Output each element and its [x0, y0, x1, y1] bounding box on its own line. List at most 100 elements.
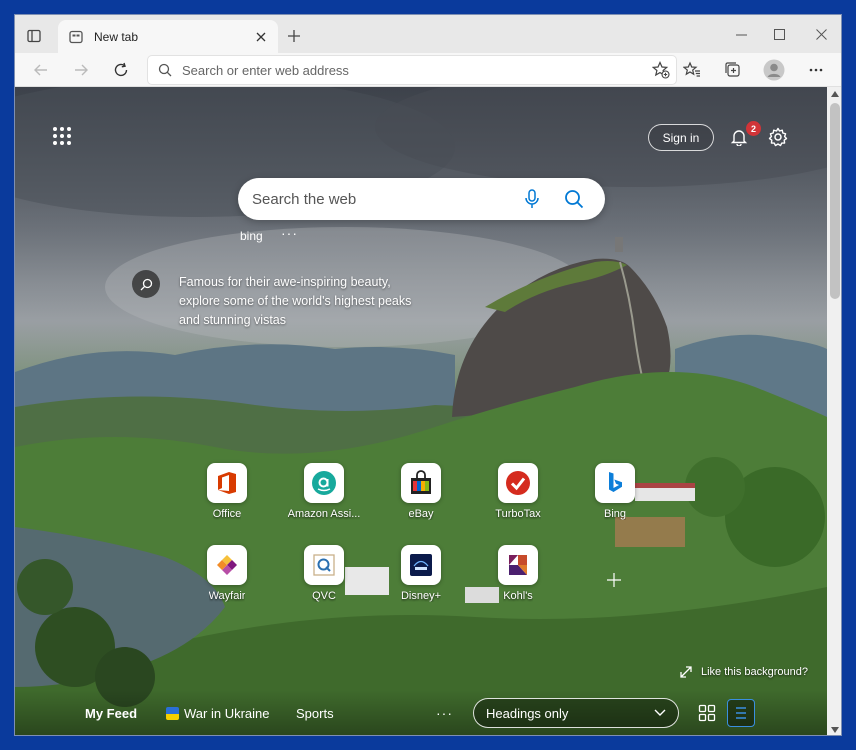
maximize-icon: [773, 28, 785, 40]
new-tab-page: Sign in 2 bing ··· Famous for their awe-…: [15, 87, 827, 735]
quick-link-kohls[interactable]: Kohl's: [477, 545, 559, 615]
quick-link-label: QVC: [312, 590, 336, 602]
minimize-icon: [735, 34, 747, 35]
web-search-input[interactable]: [252, 190, 521, 208]
tab-actions-icon: [27, 29, 41, 43]
plus-icon: [288, 30, 300, 42]
forward-button[interactable]: [67, 57, 95, 83]
maximize-button[interactable]: [759, 23, 799, 45]
arrow-left-icon: [34, 64, 47, 76]
web-search-box[interactable]: [238, 178, 605, 220]
feed-bar: My Feed War in Ukraine Sports ··· Headin…: [15, 690, 827, 735]
bell-icon: [730, 130, 748, 146]
quick-link-label: Bing: [603, 508, 627, 520]
quick-link-bing[interactable]: Bing: [574, 463, 656, 533]
apps-dot: [53, 134, 57, 138]
gear-icon: [768, 127, 788, 147]
qvc-icon: [304, 545, 344, 585]
close-icon: [815, 28, 827, 40]
tab-strip: New tab: [15, 15, 841, 53]
apps-dot: [53, 141, 57, 145]
new-tab-favicon-icon: [68, 29, 84, 45]
search-icon: [565, 190, 584, 209]
search-provider-label: bing: [240, 229, 263, 243]
fact-search-button[interactable]: [132, 270, 160, 298]
search-icon: [140, 278, 152, 290]
background-fact[interactable]: Famous for their awe-inspiring beauty, e…: [179, 273, 419, 330]
address-input[interactable]: [182, 62, 646, 78]
notification-badge: 2: [746, 121, 761, 136]
grid-layout-button[interactable]: [693, 699, 721, 727]
voice-search-button[interactable]: [521, 188, 543, 210]
quick-link-ebay[interactable]: eBay: [380, 463, 462, 533]
close-window-button[interactable]: [801, 23, 841, 45]
content-visibility-value: Headings only: [486, 705, 569, 721]
minimize-button[interactable]: [721, 23, 761, 45]
page-settings-button[interactable]: [766, 125, 790, 149]
address-bar[interactable]: [147, 55, 677, 85]
collections-button[interactable]: [719, 57, 747, 83]
page-scrollbar[interactable]: [827, 87, 841, 735]
quick-link-label: Amazon Assi...: [287, 508, 361, 520]
list-layout-button[interactable]: [727, 699, 755, 727]
back-button[interactable]: [27, 57, 55, 83]
apps-dot: [53, 127, 57, 131]
plus-icon: [607, 573, 621, 587]
quick-link-label: Kohl's: [503, 590, 533, 602]
quick-link-office[interactable]: Office: [186, 463, 268, 533]
disney-plus-icon: [401, 545, 441, 585]
quick-link-label: Office: [212, 508, 242, 520]
add-quick-link-button[interactable]: [601, 567, 627, 593]
like-background-label: Like this background?: [701, 666, 809, 678]
wayfair-icon: [207, 545, 247, 585]
refresh-icon: [114, 62, 128, 77]
quick-link-label: Disney+: [400, 590, 442, 602]
feed-tab-war-in-ukraine[interactable]: War in Ukraine: [166, 706, 269, 721]
apps-launcher-button[interactable]: [51, 125, 73, 147]
scroll-down-button[interactable]: [827, 723, 841, 735]
scroll-thumb[interactable]: [830, 103, 840, 299]
scroll-up-button[interactable]: [827, 87, 841, 101]
feed-tab-label: War in Ukraine: [184, 706, 270, 721]
ebay-icon: [401, 463, 441, 503]
apps-dot: [67, 127, 71, 131]
quick-link-turbotax[interactable]: TurboTax: [477, 463, 559, 533]
grid-icon: [698, 704, 716, 722]
apps-dot: [60, 134, 64, 138]
feed-tab-sports[interactable]: Sports: [296, 706, 334, 721]
list-icon: [736, 707, 746, 719]
feed-more-button[interactable]: ···: [436, 705, 453, 721]
add-favorite-button[interactable]: [646, 57, 676, 83]
more-horizontal-icon: [809, 68, 823, 72]
ukraine-flag-icon: [166, 707, 179, 720]
avatar-icon: [763, 59, 785, 81]
like-background-link[interactable]: Like this background?: [679, 665, 808, 679]
feed-tab-my-feed[interactable]: My Feed: [85, 706, 137, 721]
sign-in-button[interactable]: Sign in: [648, 124, 714, 151]
quick-link-amazon-assistant[interactable]: Amazon Assi...: [283, 463, 365, 533]
tab-close-button[interactable]: [252, 28, 270, 46]
turbotax-icon: [498, 463, 538, 503]
content-visibility-dropdown[interactable]: Headings only: [473, 698, 679, 728]
settings-more-button[interactable]: [802, 57, 830, 83]
new-tab-button[interactable]: [283, 25, 305, 47]
apps-dot: [67, 141, 71, 145]
quick-link-disney-plus[interactable]: Disney+: [380, 545, 462, 615]
tab-actions-button[interactable]: [23, 25, 45, 47]
favorites-button[interactable]: [678, 57, 706, 83]
quick-link-qvc[interactable]: QVC: [283, 545, 365, 615]
quick-link-label: eBay: [408, 508, 434, 520]
quick-link-wayfair[interactable]: Wayfair: [186, 545, 268, 615]
kohls-icon: [498, 545, 538, 585]
browser-window: New tab Search or enter web address Sign…: [14, 14, 842, 736]
bing-icon: [595, 463, 635, 503]
expand-icon: [679, 665, 693, 679]
arrow-right-icon: [75, 64, 88, 76]
tab-new-tab[interactable]: New tab: [58, 20, 278, 53]
search-submit-button[interactable]: [563, 188, 585, 210]
triangle-down-icon: [831, 727, 839, 733]
refresh-button[interactable]: [107, 57, 135, 83]
search-more-button[interactable]: ···: [281, 225, 298, 241]
profile-button[interactable]: [760, 57, 788, 83]
search-icon: [158, 63, 172, 77]
